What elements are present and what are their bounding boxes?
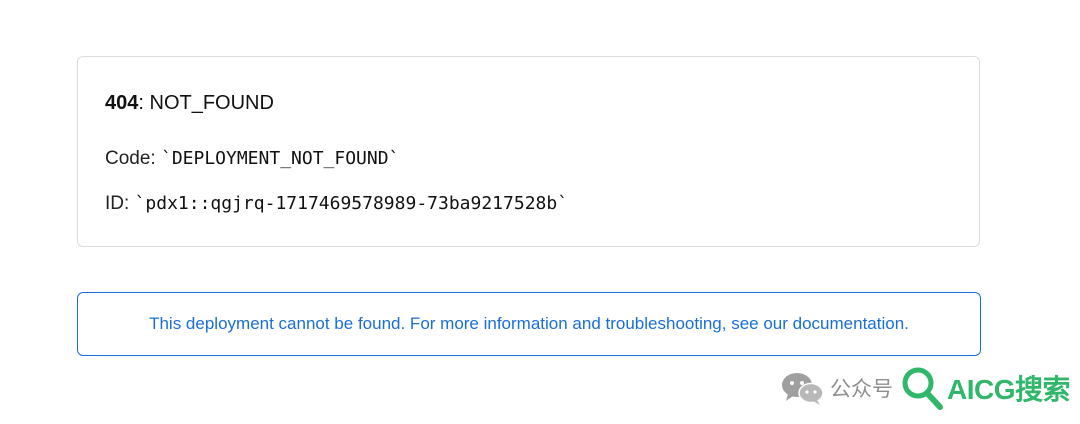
watermark-label: 公众号: [830, 378, 893, 401]
wechat-icon: [782, 373, 824, 405]
watermark: 公众号 AICG搜索: [780, 362, 1071, 414]
notice-message[interactable]: This deployment cannot be found. For mor…: [149, 314, 909, 334]
notice-box: This deployment cannot be found. For mor…: [77, 292, 981, 356]
watermark-brand: AICG搜索: [947, 374, 1071, 405]
magnifier-icon: [902, 367, 943, 410]
error-title: 404: NOT_FOUND: [105, 91, 274, 115]
error-title-separator: :: [138, 92, 150, 114]
error-card: 404: NOT_FOUND Code: `DEPLOYMENT_NOT_FOU…: [77, 56, 980, 247]
error-id-line: ID: `pdx1::qgjrq-1717469578989-73ba92175…: [105, 192, 568, 216]
error-status-text: NOT_FOUND: [149, 92, 274, 114]
error-id-value: `pdx1::qgjrq-1717469578989-73ba9217528b`: [134, 193, 569, 214]
error-code-value: `DEPLOYMENT_NOT_FOUND`: [160, 148, 400, 169]
error-code-line: Code: `DEPLOYMENT_NOT_FOUND`: [105, 147, 399, 171]
error-id-label: ID:: [105, 193, 135, 214]
error-code-label: Code:: [105, 148, 161, 169]
error-status-code: 404: [105, 92, 139, 114]
